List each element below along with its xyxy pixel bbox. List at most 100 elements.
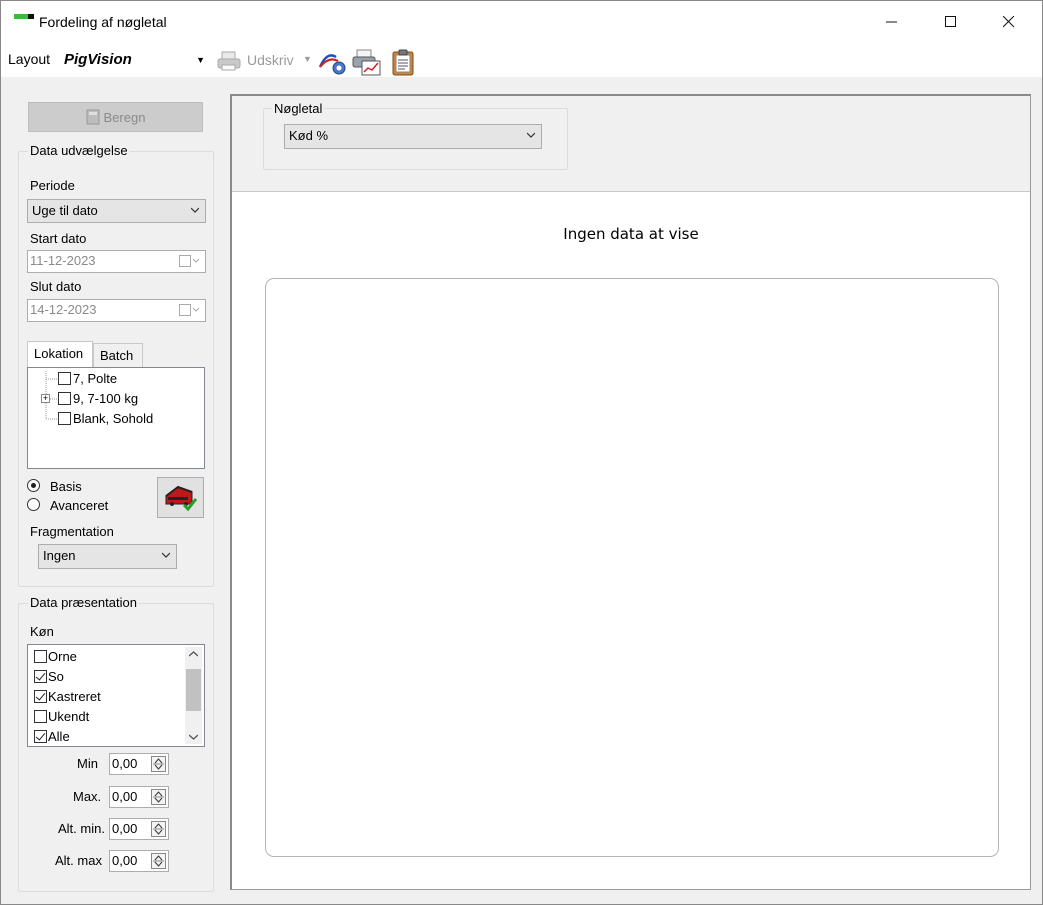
calendar-icon: [179, 255, 199, 267]
clipboard-icon: [392, 49, 414, 76]
checkbox[interactable]: [34, 670, 47, 683]
apply-filter-button[interactable]: [157, 477, 204, 518]
print-preview-chart-button[interactable]: [352, 49, 381, 76]
layout-label: Layout: [8, 51, 51, 67]
chevron-down-icon: [527, 132, 535, 138]
gender-list: Orne So Kastreret Ukendt Alle: [27, 644, 205, 747]
list-item[interactable]: Ukendt: [34, 709, 89, 724]
stepper-arrows-icon[interactable]: [151, 756, 166, 772]
end-date-label: Slut dato: [30, 279, 82, 294]
min-label: Min: [77, 756, 98, 771]
scrollbar-thumb[interactable]: [186, 669, 201, 711]
checkbox[interactable]: [58, 392, 71, 405]
chart-settings-button[interactable]: [318, 49, 346, 75]
clipboard-button[interactable]: [391, 49, 419, 76]
tab-lokation[interactable]: Lokation: [27, 341, 93, 368]
layout-dropdown[interactable]: PigVision ▼: [61, 49, 209, 71]
tree-item[interactable]: Blank, Sohold: [58, 411, 153, 426]
kpi-dropdown[interactable]: Kød %: [284, 124, 542, 149]
list-item-label: Orne: [48, 649, 77, 664]
radio-advanced-label: Avanceret: [50, 498, 109, 513]
min-stepper[interactable]: 0,00: [109, 753, 169, 775]
calculate-button[interactable]: Beregn: [28, 102, 203, 132]
scroll-down-icon[interactable]: [189, 734, 198, 740]
maximize-icon: [945, 16, 956, 27]
gender-label: Køn: [30, 624, 54, 639]
start-date-value: 11-12-2023: [30, 253, 96, 268]
minimize-button[interactable]: [869, 1, 915, 43]
list-item-label: Alle: [48, 729, 70, 744]
period-dropdown[interactable]: Uge til dato: [27, 199, 206, 223]
print-button[interactable]: Udskriv ▼: [217, 49, 312, 73]
scroll-up-icon[interactable]: [189, 651, 198, 657]
fragmentation-dropdown[interactable]: Ingen: [38, 544, 177, 569]
application-window: Fordeling af nøgletal Layout PigVision ▼…: [0, 0, 1043, 905]
checkbox[interactable]: [58, 372, 71, 385]
radio-basis-label: Basis: [50, 479, 82, 494]
alt-max-label: Alt. max: [55, 853, 102, 868]
window-title: Fordeling af nøgletal: [39, 14, 167, 30]
data-selection-title: Data udvælgelse: [28, 143, 130, 158]
chart-settings-icon: [318, 54, 346, 75]
tree-item-label: 7, Polte: [73, 371, 118, 386]
title-bar: Fordeling af nøgletal: [1, 1, 1042, 43]
chevron-down-icon: [191, 207, 199, 213]
print-label: Udskriv: [247, 52, 294, 68]
tree-item-label: Blank, Sohold: [73, 411, 154, 426]
start-date-field[interactable]: 11-12-2023: [27, 250, 206, 273]
print-icon: [217, 51, 241, 71]
calculate-label: Beregn: [103, 109, 146, 125]
end-date-value: 14-12-2023: [30, 302, 97, 317]
kpi-group-title: Nøgletal: [272, 101, 325, 116]
tree-item-label: 9, 7-100 kg: [73, 391, 139, 406]
alt-min-stepper[interactable]: 0,00: [109, 818, 169, 840]
fragmentation-label: Fragmentation: [30, 524, 114, 539]
radio-advanced[interactable]: [27, 498, 40, 511]
alt-max-stepper[interactable]: 0,00: [109, 850, 169, 872]
max-value: 0,00: [112, 789, 138, 804]
tab-batch-label: Batch: [100, 348, 134, 363]
checkbox[interactable]: [34, 690, 47, 703]
fragmentation-value: Ingen: [43, 548, 76, 563]
kpi-value: Kød %: [289, 128, 329, 143]
barn-check-icon: [165, 485, 198, 512]
start-date-label: Start dato: [30, 231, 87, 246]
chevron-down-icon: [162, 552, 170, 558]
tab-batch[interactable]: Batch: [93, 343, 143, 367]
tab-lokation-label: Lokation: [34, 346, 84, 361]
list-item[interactable]: So: [34, 669, 64, 684]
checkbox[interactable]: [58, 412, 71, 425]
radio-basis[interactable]: [27, 479, 40, 492]
dropdown-arrow-icon: ▼: [196, 55, 205, 65]
print-preview-chart-icon: [352, 49, 381, 76]
data-presentation-title: Data præsentation: [28, 595, 139, 610]
chart-area: Ingen data at vise: [232, 191, 1030, 889]
checkbox[interactable]: [34, 730, 47, 743]
list-item[interactable]: Orne: [34, 649, 77, 664]
stepper-arrows-icon[interactable]: [151, 821, 166, 837]
tree-item[interactable]: 9, 7-100 kg: [58, 391, 138, 406]
calculator-icon: [86, 109, 100, 125]
list-scrollbar[interactable]: [185, 647, 202, 744]
list-item[interactable]: Kastreret: [34, 689, 101, 704]
maximize-button[interactable]: [928, 1, 974, 43]
list-item-label: Ukendt: [48, 709, 90, 724]
alt-min-label: Alt. min.: [58, 821, 105, 836]
no-data-message: Ingen data at vise: [563, 225, 699, 243]
list-item-label: Kastreret: [48, 689, 101, 704]
list-item-label: So: [48, 669, 64, 684]
checkbox[interactable]: [34, 710, 47, 723]
period-label: Periode: [30, 178, 75, 193]
tree-item[interactable]: 7, Polte: [58, 371, 117, 386]
expand-icon[interactable]: +: [41, 394, 50, 403]
min-value: 0,00: [112, 756, 138, 771]
end-date-field[interactable]: 14-12-2023: [27, 299, 206, 322]
close-icon: [1003, 16, 1015, 28]
stepper-arrows-icon[interactable]: [151, 853, 166, 869]
stepper-arrows-icon[interactable]: [151, 789, 166, 805]
toolbar: Layout PigVision ▼ Udskriv ▼: [1, 43, 1042, 77]
close-button[interactable]: [986, 1, 1032, 43]
checkbox[interactable]: [34, 650, 47, 663]
list-item[interactable]: Alle: [34, 729, 70, 744]
max-stepper[interactable]: 0,00: [109, 786, 169, 808]
